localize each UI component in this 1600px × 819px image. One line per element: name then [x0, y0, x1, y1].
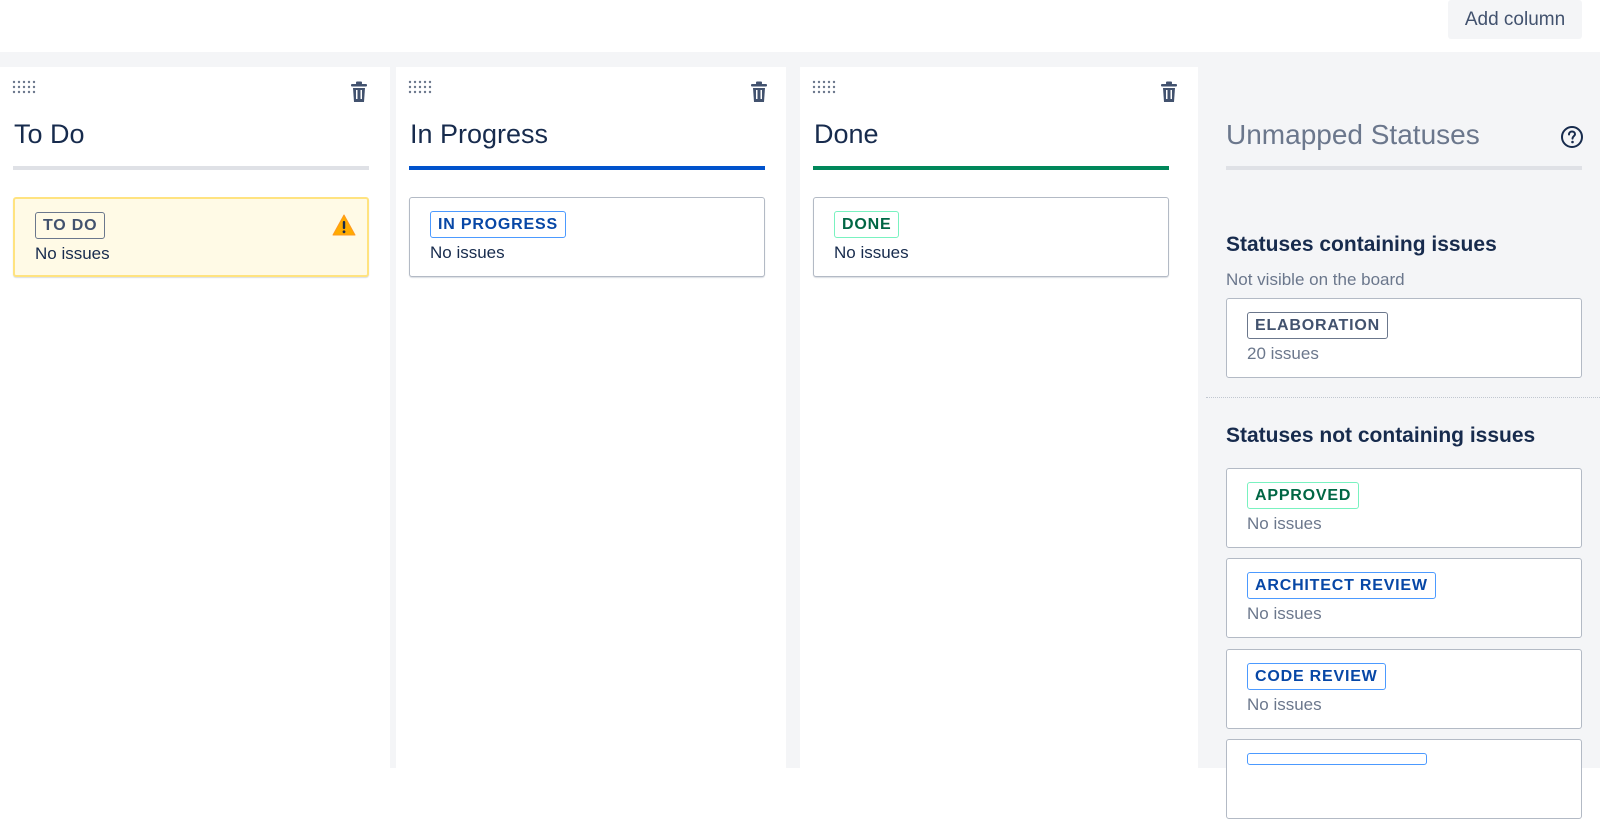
trash-icon[interactable] — [348, 80, 370, 104]
column-status-bar — [813, 166, 1169, 170]
column-status-bar — [13, 166, 369, 170]
status-lozenge: TO DO — [35, 212, 106, 239]
status-card[interactable]: IN PROGRESS No issues — [409, 197, 765, 277]
issue-count: No issues — [430, 243, 505, 262]
drag-handle-icon[interactable] — [812, 79, 840, 95]
drag-handle-icon[interactable] — [408, 79, 436, 95]
status-card-code-review[interactable]: CODE REVIEW No issues — [1226, 649, 1582, 729]
status-lozenge — [1247, 753, 1427, 765]
column-to-do[interactable]: To Do TO DO No issues — [0, 67, 390, 777]
column-title[interactable]: To Do — [14, 119, 85, 150]
section-subtitle: Not visible on the board — [1226, 270, 1405, 289]
trash-icon[interactable] — [748, 80, 770, 104]
status-lozenge: IN PROGRESS — [430, 211, 566, 238]
board: To Do TO DO No issues In Progress IN PRO… — [0, 52, 1600, 819]
unmapped-title: Unmapped Statuses — [1226, 119, 1480, 150]
issue-count: No issues — [834, 243, 909, 262]
issue-count: 20 issues — [1247, 344, 1319, 363]
issue-count: No issues — [1247, 514, 1322, 533]
status-card-partial[interactable] — [1226, 739, 1582, 819]
help-icon[interactable] — [1560, 125, 1584, 149]
unmapped-bar — [1226, 166, 1582, 170]
warning-icon — [332, 214, 356, 236]
status-lozenge: APPROVED — [1247, 482, 1360, 509]
status-lozenge: DONE — [834, 211, 900, 238]
status-lozenge: ARCHITECT REVIEW — [1247, 572, 1436, 599]
column-status-bar — [409, 166, 765, 170]
column-title[interactable]: Done — [814, 119, 879, 150]
top-toolbar: Add column — [0, 0, 1600, 52]
add-column-button[interactable]: Add column — [1448, 0, 1582, 39]
section-title-not-containing: Statuses not containing issues — [1226, 424, 1536, 447]
section-divider — [1206, 397, 1600, 398]
issue-count: No issues — [35, 244, 110, 263]
status-card-architect-review[interactable]: ARCHITECT REVIEW No issues — [1226, 558, 1582, 638]
drag-handle-icon[interactable] — [12, 79, 40, 95]
status-card[interactable]: DONE No issues — [813, 197, 1169, 277]
column-done[interactable]: Done DONE No issues — [800, 67, 1198, 777]
column-in-progress[interactable]: In Progress IN PROGRESS No issues — [396, 67, 786, 777]
trash-icon[interactable] — [1158, 80, 1180, 104]
status-lozenge: CODE REVIEW — [1247, 663, 1386, 690]
unmapped-statuses-panel: Unmapped Statuses Statuses containing is… — [1198, 52, 1600, 819]
column-title[interactable]: In Progress — [410, 119, 548, 150]
section-title-containing: Statuses containing issues — [1226, 233, 1497, 256]
status-card-approved[interactable]: APPROVED No issues — [1226, 468, 1582, 548]
issue-count: No issues — [1247, 604, 1322, 623]
status-lozenge: ELABORATION — [1247, 312, 1388, 339]
status-card-elaboration[interactable]: ELABORATION 20 issues — [1226, 298, 1582, 378]
issue-count: No issues — [1247, 695, 1322, 714]
status-card[interactable]: TO DO No issues — [13, 197, 369, 277]
